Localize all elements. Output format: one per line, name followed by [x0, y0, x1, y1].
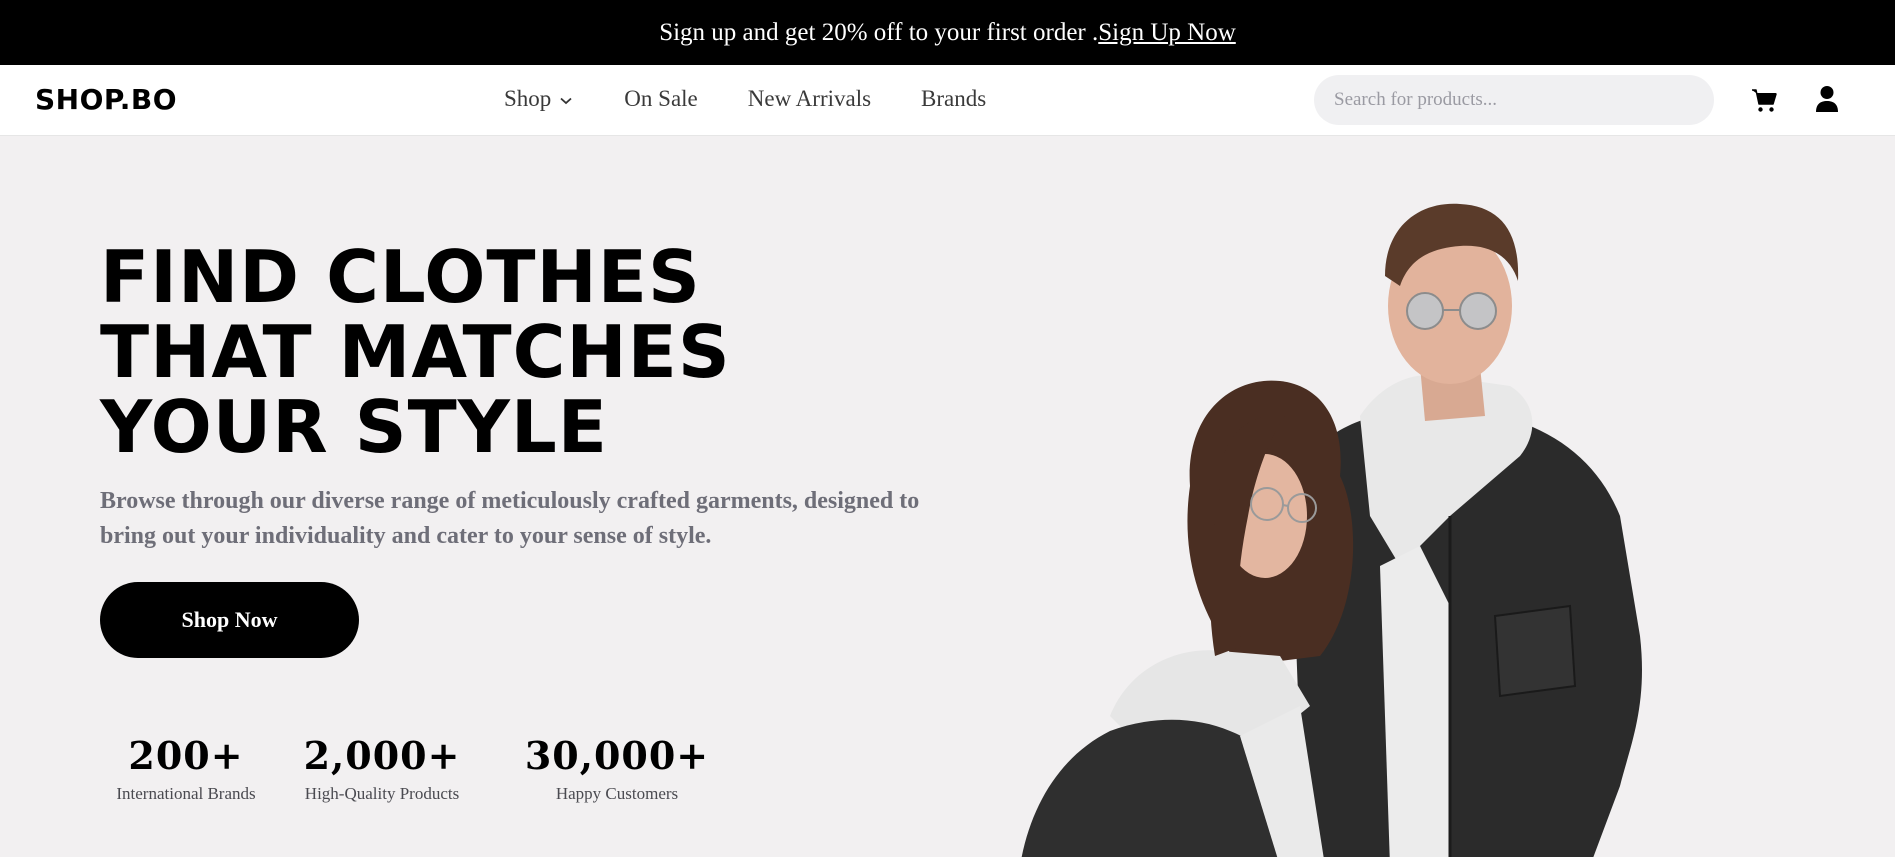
stat-value: 30,000+: [524, 733, 710, 778]
headline-line: YOUR STYLE: [100, 385, 608, 469]
chevron-down-icon: [560, 97, 572, 104]
stat-label: International Brands: [116, 784, 256, 803]
nav-item-brands[interactable]: Brands: [921, 86, 986, 112]
stat-brands: 200+ International Brands: [100, 733, 272, 804]
hero-headline: FIND CLOTHES THAT MATCHES YOUR STYLE: [100, 240, 731, 465]
stat-label: High-Quality Products: [304, 784, 460, 803]
hero-models-image: [1021, 203, 1642, 857]
stat-customers: 30,000+ Happy Customers: [505, 733, 729, 804]
headline-line: THAT MATCHES: [100, 310, 731, 394]
nav-item-shop-label: Shop: [504, 86, 552, 111]
nav-item-on-sale[interactable]: On Sale: [624, 86, 697, 112]
stat-value: 2,000+: [303, 733, 461, 778]
stat-value: 200+: [128, 733, 244, 778]
headline-line: FIND CLOTHES: [100, 235, 701, 319]
search-input[interactable]: [1314, 75, 1714, 125]
user-icon[interactable]: [1815, 85, 1839, 113]
nav-item-shop[interactable]: Shop: [504, 86, 572, 112]
sign-up-link[interactable]: Sign Up Now: [1098, 19, 1236, 47]
logo[interactable]: SHOP.BO: [35, 83, 177, 116]
cart-icon[interactable]: [1751, 87, 1777, 113]
nav-item-new-arrivals[interactable]: New Arrivals: [748, 86, 871, 112]
promo-banner: Sign up and get 20% off to your first or…: [0, 0, 1895, 65]
stat-products: 2,000+ High-Quality Products: [292, 733, 472, 804]
navbar: SHOP.BO Shop On Sale New Arrivals Brands: [0, 65, 1895, 136]
hero-section: FIND CLOTHES THAT MATCHES YOUR STYLE Bro…: [0, 136, 1895, 857]
stat-label: Happy Customers: [555, 784, 679, 803]
hero-description: Browse through our diverse range of meti…: [100, 488, 920, 549]
promo-text: Sign up and get 20% off to your first or…: [659, 18, 1099, 46]
shop-now-button[interactable]: Shop Now: [100, 582, 359, 658]
main-nav: Shop On Sale New Arrivals Brands: [504, 86, 986, 112]
